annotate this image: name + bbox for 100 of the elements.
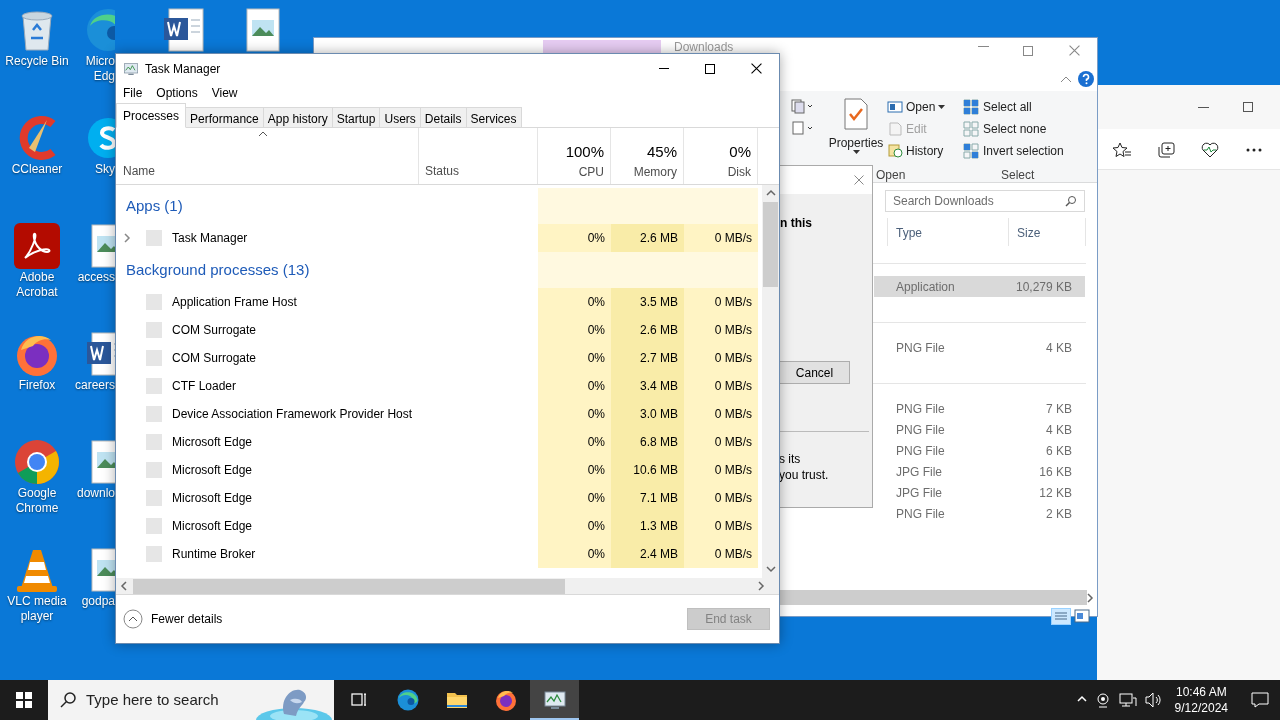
scrollbar-thumb[interactable] bbox=[763, 202, 778, 287]
tab[interactable]: Processes bbox=[116, 103, 187, 128]
dialog-text: s its bbox=[779, 451, 801, 468]
history-button[interactable]: History bbox=[887, 142, 946, 160]
process-name: COM Surrogate bbox=[172, 322, 257, 339]
process-row[interactable]: Microsoft Edge 0% 7.1 MB 0 MB/s bbox=[116, 484, 762, 512]
word-document-icon[interactable] bbox=[84, 330, 115, 378]
process-row[interactable]: COM Surrogate 0% 2.6 MB 0 MB/s bbox=[116, 316, 762, 344]
memory-cell: 10.6 MB bbox=[611, 456, 684, 484]
file-row[interactable]: PNG File 4 KB bbox=[874, 337, 1085, 358]
volume-icon[interactable] bbox=[1144, 692, 1163, 708]
close-icon[interactable] bbox=[1069, 45, 1080, 56]
column-header[interactable]: Type bbox=[887, 218, 1009, 246]
file-row[interactable]: PNG File 2 KB bbox=[874, 503, 1085, 524]
search-field[interactable]: Type here to search bbox=[48, 680, 334, 720]
process-row[interactable]: Microsoft Edge 0% 1.3 MB 0 MB/s bbox=[116, 512, 762, 540]
column-header[interactable]: Memory bbox=[633, 165, 677, 180]
select-all-icon bbox=[963, 99, 979, 115]
desktop-icon-label: Chrome bbox=[15, 501, 59, 516]
webcam-icon[interactable] bbox=[1094, 692, 1111, 708]
select-all-button[interactable]: Select all bbox=[963, 98, 1064, 116]
network-icon[interactable] bbox=[1118, 692, 1137, 708]
favorites-icon[interactable] bbox=[1113, 142, 1131, 158]
memory-cell: 3.4 MB bbox=[611, 372, 684, 400]
process-row[interactable]: Runtime Broker 0% 2.4 MB 0 MB/s bbox=[116, 540, 762, 568]
process-icon bbox=[146, 378, 162, 394]
tab[interactable]: App history bbox=[263, 107, 333, 128]
select-none-button[interactable]: Select none bbox=[963, 120, 1064, 138]
tab[interactable]: Performance bbox=[186, 107, 264, 128]
menu-item[interactable]: Options bbox=[156, 84, 198, 102]
scrollbar-thumb[interactable] bbox=[133, 578, 565, 594]
column-header[interactable]: Status bbox=[425, 162, 460, 180]
process-row[interactable]: Application Frame Host 0% 3.5 MB 0 MB/s bbox=[116, 288, 762, 316]
process-row[interactable]: CTF Loader 0% 3.4 MB 0 MB/s bbox=[116, 372, 762, 400]
process-row[interactable]: Task Manager 0% 2.6 MB 0 MB/s bbox=[116, 224, 762, 252]
usage-percent: 0% bbox=[729, 142, 751, 162]
tab[interactable]: Details bbox=[420, 107, 467, 128]
scroll-down-icon[interactable] bbox=[765, 564, 776, 575]
help-icon[interactable] bbox=[1078, 71, 1094, 87]
tiles-view-icon[interactable] bbox=[1074, 609, 1090, 623]
menu-item[interactable]: View bbox=[211, 84, 238, 102]
select-none-icon bbox=[963, 121, 979, 137]
memory-cell: 6.8 MB bbox=[611, 428, 684, 456]
copy-path-icon[interactable] bbox=[790, 98, 814, 114]
file-row[interactable]: JPG File 16 KB bbox=[874, 461, 1085, 482]
edge-icon[interactable] bbox=[84, 6, 115, 54]
process-name: Microsoft Edge bbox=[172, 490, 253, 507]
search-field[interactable]: Search Downloads bbox=[885, 190, 1085, 212]
memory-cell: 2.6 MB bbox=[611, 224, 684, 252]
process-icon bbox=[146, 518, 162, 534]
file-row[interactable]: Application 10,279 KB bbox=[874, 276, 1085, 297]
window-title: Task Manager bbox=[145, 60, 221, 78]
taskbar-app[interactable] bbox=[530, 680, 579, 720]
column-header[interactable]: Size bbox=[1009, 218, 1086, 246]
collections-icon[interactable] bbox=[1158, 142, 1175, 158]
column-header[interactable]: Name bbox=[123, 162, 155, 180]
maximize-icon[interactable] bbox=[1023, 46, 1033, 56]
cpu-cell: 0% bbox=[538, 316, 611, 344]
menu-item[interactable]: File bbox=[123, 84, 143, 102]
process-row[interactable]: COM Surrogate 0% 2.7 MB 0 MB/s bbox=[116, 344, 762, 372]
process-name: CTF Loader bbox=[172, 378, 237, 395]
properties-button[interactable]: Properties bbox=[827, 98, 885, 158]
tab[interactable]: Startup bbox=[332, 107, 381, 128]
file-row[interactable]: PNG File 7 KB bbox=[874, 398, 1085, 419]
desktop-icon-label: downlo bbox=[76, 486, 115, 501]
scroll-right-icon[interactable] bbox=[757, 581, 767, 591]
firefox-icon bbox=[493, 688, 518, 712]
expand-icon[interactable] bbox=[123, 233, 133, 243]
file-row[interactable]: JPG File 12 KB bbox=[874, 482, 1085, 503]
file-row[interactable]: PNG File 6 KB bbox=[874, 440, 1085, 461]
cpu-cell: 0% bbox=[538, 512, 611, 540]
maximize-icon[interactable] bbox=[1243, 102, 1253, 112]
dialog-text: you trust. bbox=[779, 467, 829, 484]
desktop-icon-label: careers bbox=[75, 378, 115, 393]
process-name: Application Frame Host bbox=[172, 294, 297, 311]
scroll-right-icon[interactable] bbox=[1086, 593, 1096, 603]
scroll-left-icon[interactable] bbox=[119, 581, 130, 591]
memory-cell: 3.0 MB bbox=[611, 400, 684, 428]
cancel-button[interactable]: Cancel bbox=[779, 361, 850, 384]
file-type: Application bbox=[896, 278, 955, 296]
more-icon[interactable] bbox=[1246, 148, 1262, 152]
sort-ascending-icon[interactable] bbox=[258, 131, 268, 137]
process-icon bbox=[146, 350, 162, 366]
column-header[interactable]: CPU bbox=[578, 165, 604, 180]
file-row[interactable]: PNG File 4 KB bbox=[874, 419, 1085, 440]
column-header[interactable]: Disk bbox=[727, 165, 751, 180]
process-row[interactable]: Microsoft Edge 0% 10.6 MB 0 MB/s bbox=[116, 456, 762, 484]
collapse-ribbon-icon[interactable] bbox=[1060, 75, 1072, 83]
clock[interactable]: 10:46 AM 9/12/2024 bbox=[1170, 684, 1232, 716]
fewer-details-button[interactable]: Fewer details bbox=[123, 609, 223, 629]
health-icon[interactable] bbox=[1201, 142, 1219, 158]
process-name: Microsoft Edge bbox=[172, 518, 253, 535]
file-size: 16 KB bbox=[1039, 463, 1072, 481]
process-row[interactable]: Device Association Framework Provider Host 0% 3.0 MB 0 MB/s bbox=[116, 400, 762, 428]
open-button[interactable]: Open bbox=[887, 98, 946, 116]
tab[interactable]: Services bbox=[466, 107, 522, 128]
invert-selection-button[interactable]: Invert selection bbox=[963, 142, 1064, 160]
close-icon[interactable] bbox=[854, 175, 864, 185]
tab[interactable]: Users bbox=[380, 107, 421, 128]
process-row[interactable]: Microsoft Edge 0% 6.8 MB 0 MB/s bbox=[116, 428, 762, 456]
